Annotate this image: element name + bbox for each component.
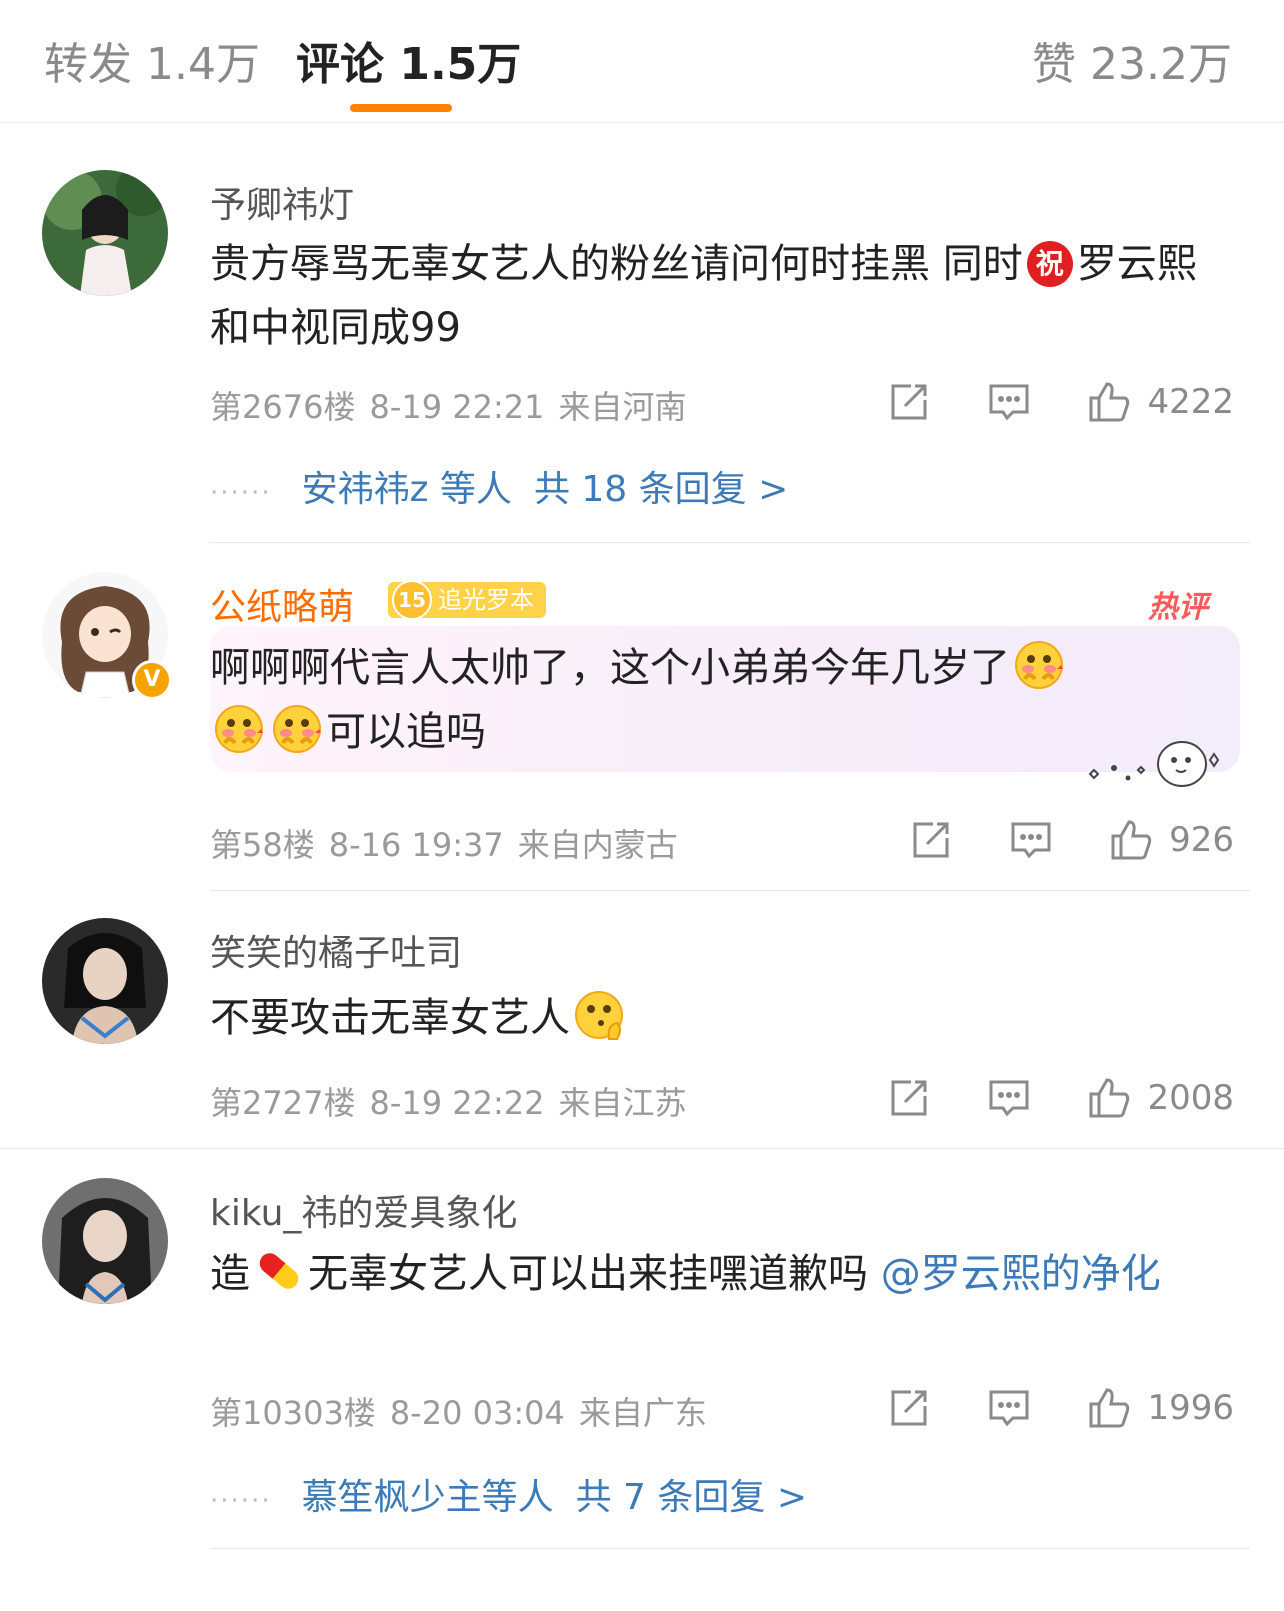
comment-actions: 1996 bbox=[831, 1384, 1234, 1432]
comment-floor: 第2676楼 bbox=[210, 388, 356, 426]
avatar[interactable] bbox=[42, 1178, 168, 1304]
comment-floor: 第58楼 bbox=[210, 826, 315, 864]
like-button[interactable]: 926 bbox=[1109, 818, 1234, 862]
pill-emoji-icon bbox=[259, 1253, 299, 1289]
blush-emoji-icon bbox=[1015, 641, 1063, 689]
comment-actions: 2008 bbox=[831, 1074, 1234, 1122]
comment-text: 不要攻击无辜女艺人 bbox=[210, 986, 1220, 1050]
tab-likes-label: 赞 bbox=[1032, 39, 1077, 90]
blush-emoji-icon bbox=[215, 705, 263, 753]
zhu-emoji-icon: 祝 bbox=[1026, 241, 1073, 287]
active-tab-indicator bbox=[350, 104, 452, 112]
like-icon bbox=[1087, 1076, 1131, 1120]
comment-meta: 第2676楼 8-19 22:21 来自河南 bbox=[210, 382, 700, 428]
divider bbox=[210, 542, 1250, 543]
divider bbox=[0, 1148, 1284, 1149]
like-count: 926 bbox=[1169, 820, 1234, 860]
comment-icon[interactable] bbox=[987, 380, 1031, 424]
like-button[interactable]: 4222 bbox=[1087, 380, 1234, 424]
comment-text-part: 啊啊啊代言人太帅了，这个小弟弟今年几岁了 bbox=[210, 645, 1010, 691]
like-button[interactable]: 1996 bbox=[1087, 1386, 1234, 1430]
share-icon[interactable] bbox=[909, 818, 953, 862]
like-count: 1996 bbox=[1147, 1388, 1234, 1428]
divider bbox=[210, 1548, 1250, 1549]
user-mention-link[interactable]: @罗云熙的净化 bbox=[881, 1251, 1161, 1297]
tab-comments-label: 评论 bbox=[296, 39, 384, 90]
replies-dots: ······ bbox=[210, 478, 272, 508]
comment-time: 8-19 22:22 bbox=[369, 1084, 545, 1122]
fan-badge[interactable]: 15 追光罗本 bbox=[388, 580, 546, 620]
blush-emoji-icon bbox=[273, 705, 321, 753]
verified-badge-icon: V bbox=[132, 660, 172, 700]
comment-text-part: 不要攻击无辜女艺人 bbox=[210, 995, 570, 1041]
comment-location: 来自内蒙古 bbox=[517, 826, 678, 864]
like-count: 2008 bbox=[1147, 1078, 1234, 1118]
hot-comment-tag: 热评 bbox=[1148, 590, 1208, 625]
replies-link[interactable]: ······ 安祎祎z 等人共 18 条回复 > bbox=[210, 460, 788, 512]
comment-username[interactable]: 予卿祎灯 bbox=[210, 176, 354, 228]
comment-meta: 第2727楼 8-19 22:22 来自江苏 bbox=[210, 1078, 700, 1124]
comment-text: 造 无辜女艺人可以出来挂嘿道歉吗 @罗云熙的净化 bbox=[210, 1242, 1220, 1306]
comment-time: 8-16 19:37 bbox=[328, 826, 504, 864]
share-icon[interactable] bbox=[887, 1386, 931, 1430]
thinking-emoji-icon bbox=[575, 991, 623, 1040]
replies-link[interactable]: ······ 慕笙枫少主等人共 7 条回复 > bbox=[210, 1468, 807, 1520]
tab-likes-count: 23.2万 bbox=[1090, 39, 1232, 90]
tab-comments[interactable]: 评论 1.5万 bbox=[296, 28, 521, 92]
fan-badge-label: 追光罗本 bbox=[438, 586, 534, 614]
like-icon bbox=[1109, 818, 1153, 862]
comment-floor: 第10303楼 bbox=[210, 1394, 376, 1432]
comment-text-part: 造 bbox=[210, 1251, 250, 1297]
tab-reposts-label: 转发 bbox=[44, 39, 132, 90]
like-icon bbox=[1087, 1386, 1131, 1430]
comment-icon[interactable] bbox=[1009, 818, 1053, 862]
comment-floor: 第2727楼 bbox=[210, 1084, 356, 1122]
replies-users: 安祎祎z 等人 bbox=[301, 469, 512, 510]
comment-username[interactable]: 公纸略萌 bbox=[210, 578, 354, 630]
comment-meta: 第58楼 8-16 19:37 来自内蒙古 bbox=[210, 820, 692, 866]
comment-actions: 926 bbox=[853, 816, 1234, 864]
tab-comments-count: 1.5万 bbox=[399, 39, 522, 90]
sparkle-cat-decoration-icon bbox=[1084, 730, 1224, 798]
tab-reposts[interactable]: 转发 1.4万 bbox=[44, 28, 260, 92]
comment-location: 来自河南 bbox=[558, 388, 687, 426]
avatar[interactable] bbox=[42, 918, 168, 1044]
replies-total: 共 7 条回复 > bbox=[575, 1477, 808, 1518]
tab-likes[interactable]: 赞 23.2万 bbox=[1032, 28, 1232, 92]
comment-icon[interactable] bbox=[987, 1386, 1031, 1430]
comment-text-part: 无辜女艺人可以出来挂嘿道歉吗 bbox=[308, 1251, 881, 1297]
replies-users: 慕笙枫少主等人 bbox=[301, 1477, 554, 1518]
comment-location: 来自江苏 bbox=[558, 1084, 687, 1122]
like-button[interactable]: 2008 bbox=[1087, 1076, 1234, 1120]
share-icon[interactable] bbox=[887, 380, 931, 424]
tab-reposts-count: 1.4万 bbox=[146, 39, 260, 90]
comment-username[interactable]: 笑笑的橘子吐司 bbox=[210, 924, 462, 976]
comment-time: 8-19 22:21 bbox=[369, 388, 545, 426]
comment-actions: 4222 bbox=[831, 378, 1234, 426]
comment-username[interactable]: kiku_祎的爱具象化 bbox=[210, 1184, 517, 1236]
share-icon[interactable] bbox=[887, 1076, 931, 1120]
comment-text-part: 贵方辱骂无辜女艺人的粉丝请问何时挂黑 同时 bbox=[210, 241, 1023, 287]
comment-text-part: 可以追吗 bbox=[326, 709, 486, 755]
comment-meta: 第10303楼 8-20 03:04 来自广东 bbox=[210, 1388, 721, 1434]
avatar[interactable] bbox=[42, 170, 168, 296]
divider bbox=[210, 890, 1250, 891]
fan-level: 15 bbox=[392, 580, 432, 620]
comment-tabs: 转发 1.4万 评论 1.5万 赞 23.2万 bbox=[0, 0, 1284, 123]
comment-text: 贵方辱骂无辜女艺人的粉丝请问何时挂黑 同时祝罗云熙和中视同成99 bbox=[210, 232, 1220, 360]
comment-location: 来自广东 bbox=[578, 1394, 707, 1432]
like-count: 4222 bbox=[1147, 382, 1234, 422]
replies-total: 共 18 条回复 > bbox=[533, 469, 789, 510]
comment-time: 8-20 03:04 bbox=[389, 1394, 565, 1432]
comment-text: 啊啊啊代言人太帅了，这个小弟弟今年几岁了 可以追吗 bbox=[210, 636, 1220, 764]
like-icon bbox=[1087, 380, 1131, 424]
replies-dots: ······ bbox=[210, 1486, 272, 1516]
comment-icon[interactable] bbox=[987, 1076, 1031, 1120]
